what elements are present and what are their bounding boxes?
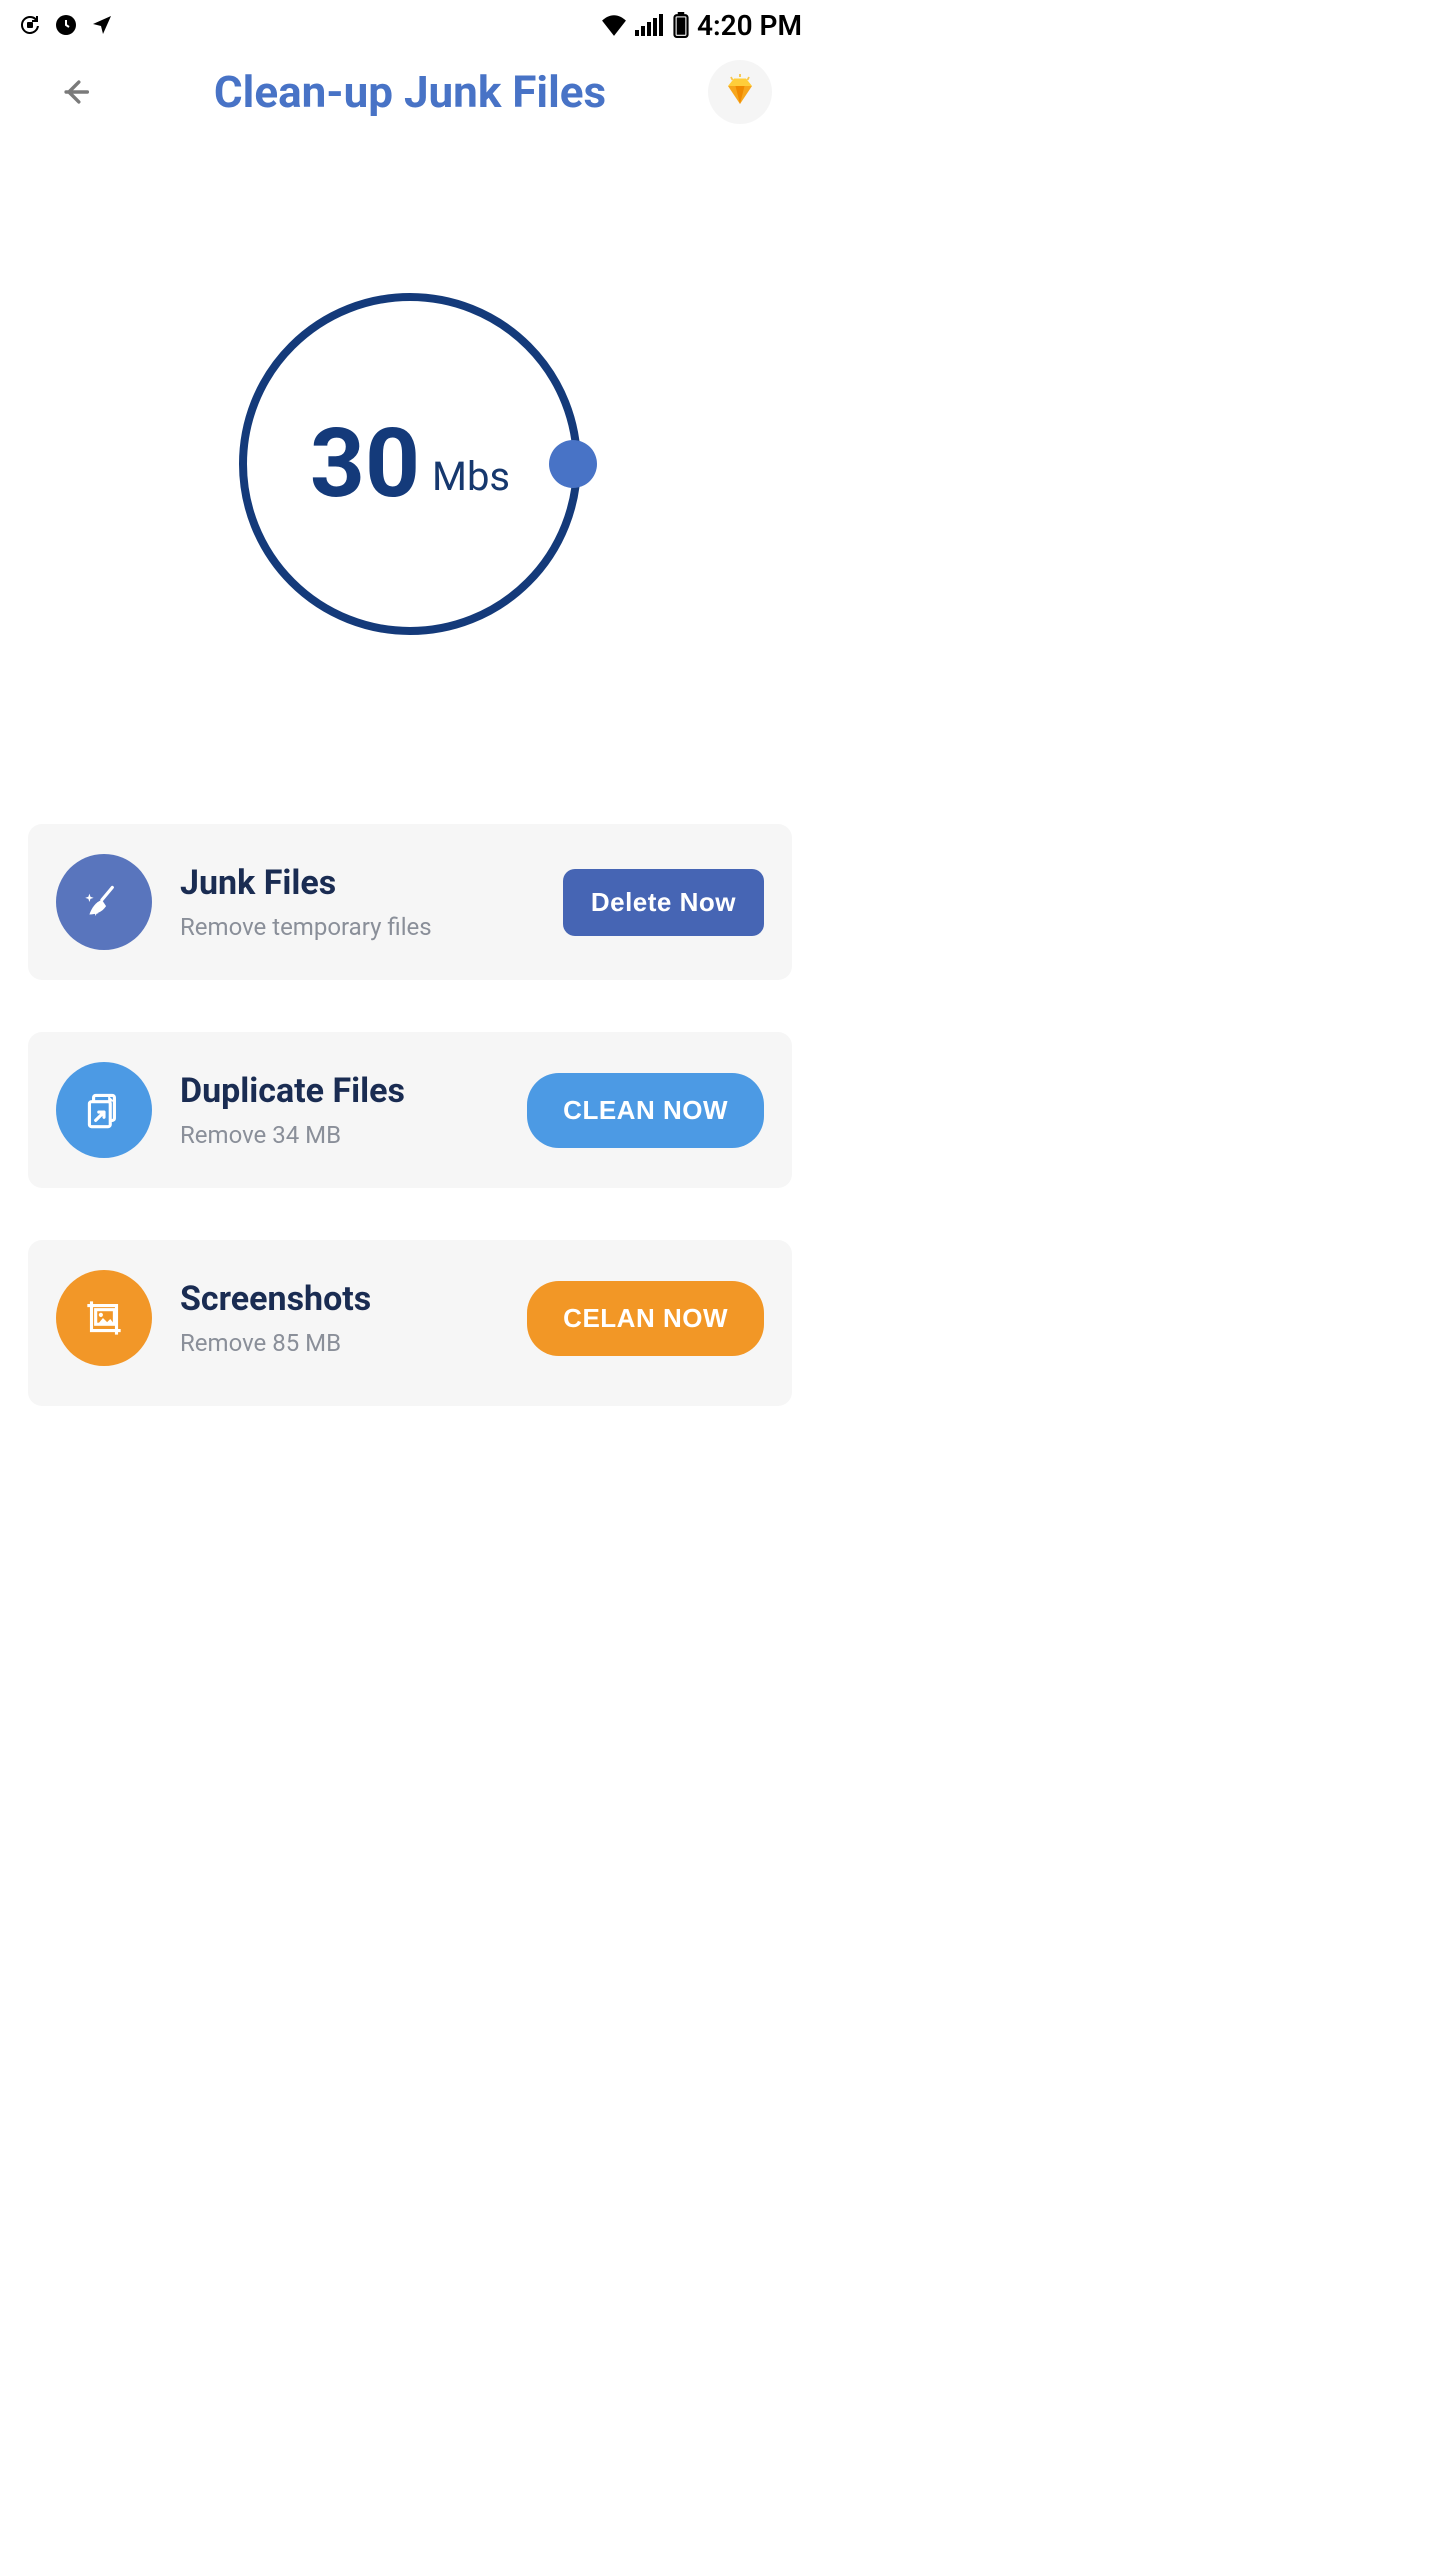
wifi-icon: [601, 14, 627, 36]
location-arrow-icon: [90, 13, 114, 37]
card-junk-files: Junk Files Remove temporary files Delete…: [28, 824, 792, 980]
status-time: 4:20 PM: [697, 9, 802, 42]
signal-icon: [635, 14, 665, 36]
status-left: [18, 13, 114, 37]
card-body: Duplicate Files Remove 34 MB: [180, 1071, 499, 1149]
gauge-section: 30 Mbs: [0, 184, 820, 744]
card-subtitle: Remove 34 MB: [180, 1121, 499, 1149]
sync-lock-icon: [18, 13, 42, 37]
duplicate-file-icon: [56, 1062, 152, 1158]
cleanup-cards: Junk Files Remove temporary files Delete…: [0, 824, 820, 1406]
broom-sparkle-icon: [56, 854, 152, 950]
card-title: Screenshots: [180, 1279, 499, 1319]
status-right: 4:20 PM: [601, 9, 802, 42]
card-subtitle: Remove 85 MB: [180, 1329, 499, 1357]
card-subtitle: Remove temporary files: [180, 913, 535, 941]
arrow-left-icon: [59, 75, 93, 109]
back-button[interactable]: [52, 68, 100, 116]
delete-now-button[interactable]: Delete Now: [563, 869, 764, 936]
page-title: Clean-up Junk Files: [214, 66, 606, 118]
gauge-text: 30 Mbs: [310, 416, 510, 512]
gauge-indicator-dot: [549, 440, 597, 488]
app-header: Clean-up Junk Files: [0, 50, 820, 134]
status-bar: 4:20 PM: [0, 0, 820, 50]
diamond-icon: [722, 74, 758, 110]
junk-gauge: 30 Mbs: [239, 293, 581, 635]
battery-icon: [673, 12, 689, 38]
card-body: Screenshots Remove 85 MB: [180, 1279, 499, 1357]
gauge-value: 30: [310, 408, 420, 520]
card-title: Junk Files: [180, 863, 535, 903]
clean-now-button[interactable]: CLEAN NOW: [527, 1073, 764, 1148]
premium-button[interactable]: [708, 60, 772, 124]
card-duplicate-files: Duplicate Files Remove 34 MB CLEAN NOW: [28, 1032, 792, 1188]
image-crop-icon: [56, 1270, 152, 1366]
card-body: Junk Files Remove temporary files: [180, 863, 535, 941]
clean-now-button-screenshots[interactable]: CELAN NOW: [527, 1281, 764, 1356]
gauge-unit: Mbs: [432, 453, 510, 500]
card-screenshots: Screenshots Remove 85 MB CELAN NOW: [28, 1240, 792, 1406]
card-title: Duplicate Files: [180, 1071, 499, 1111]
clock-icon: [54, 13, 78, 37]
